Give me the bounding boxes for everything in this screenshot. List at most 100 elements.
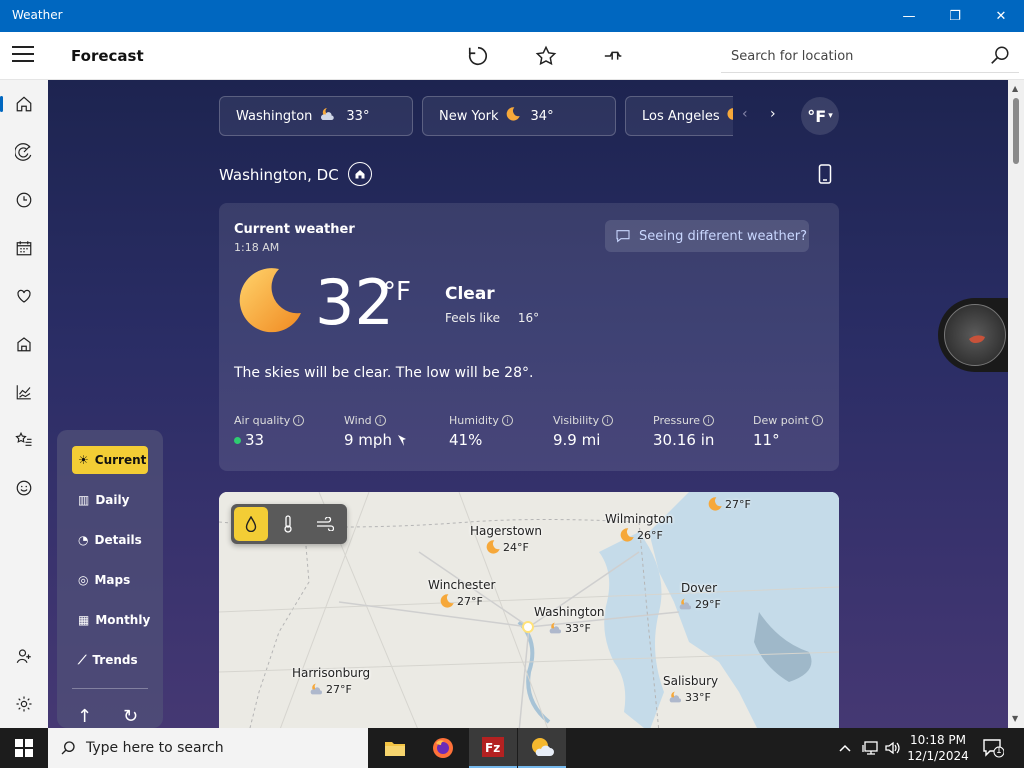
pie-chart-icon: ◔: [78, 533, 89, 547]
refresh-icon[interactable]: ↻: [123, 706, 138, 727]
info-icon[interactable]: i: [602, 415, 614, 426]
location-card-new-york[interactable]: New York 34°: [422, 96, 616, 136]
stat-humidity[interactable]: Humidity i 41%: [449, 414, 513, 449]
partly-cloudy-night-icon: [669, 691, 681, 703]
scroll-thumb[interactable]: [1013, 98, 1019, 164]
floating-radar-widget[interactable]: [938, 298, 1008, 372]
favorite-star-icon[interactable]: [532, 42, 560, 70]
svg-text:Fz: Fz: [485, 741, 500, 755]
trend-chart-icon: ⟋: [78, 652, 87, 667]
section-monthly[interactable]: ▦ Monthly: [72, 606, 150, 634]
map-city-label: Washington: [534, 605, 605, 619]
weather-app-icon[interactable]: [518, 728, 566, 768]
search-input[interactable]: [731, 45, 981, 67]
nav-feedback-smiley-icon[interactable]: [0, 468, 48, 508]
report-weather-button[interactable]: Seeing different weather?: [605, 220, 809, 252]
network-icon[interactable]: [862, 728, 880, 768]
stat-wind[interactable]: Wind i 9 mph: [344, 414, 408, 449]
section-label: Current: [94, 453, 147, 467]
info-icon[interactable]: i: [374, 415, 386, 426]
stat-value: 9.9 mi: [553, 431, 601, 449]
section-details[interactable]: ◔ Details: [72, 526, 148, 554]
location-name: New York: [439, 108, 499, 124]
taskbar-search[interactable]: Type here to search: [48, 728, 368, 768]
location-temp: 33°: [346, 108, 370, 124]
map-temp-label: 27°F: [308, 681, 352, 697]
stat-value: 30.16 in: [653, 431, 715, 449]
nav-calendar-icon[interactable]: [0, 228, 48, 268]
section-current[interactable]: ☀ Current: [72, 446, 148, 474]
partly-cloudy-night-icon: [679, 598, 691, 610]
nav-settings-gear-icon[interactable]: [0, 684, 48, 724]
stat-value: 9 mph: [344, 431, 392, 449]
info-icon[interactable]: i: [501, 415, 513, 426]
water-drop-icon: [245, 516, 257, 532]
filezilla-icon[interactable]: Fz: [469, 728, 517, 768]
scroll-up-arrow-icon[interactable]: ▲: [1012, 84, 1018, 93]
location-card-washington[interactable]: Washington 33°: [219, 96, 413, 136]
nav-home-icon[interactable]: [0, 84, 48, 124]
condition-text: Clear: [445, 284, 495, 304]
weather-map[interactable]: 27°F Hagerstown 24°F Wilmington 26°F Win…: [219, 492, 839, 728]
wind-icon: [317, 517, 334, 531]
chevron-left-icon[interactable]: ‹: [742, 106, 748, 122]
system-clock[interactable]: 10:18 PM 12/1/2024: [900, 732, 976, 764]
phone-icon[interactable]: [818, 164, 832, 188]
dark-mode-icon[interactable]: [668, 42, 696, 70]
refresh-icon[interactable]: [464, 42, 492, 70]
map-temp-label: 27°F: [707, 496, 751, 512]
precipitation-layer-button[interactable]: [234, 507, 268, 541]
daily-list-icon: ▥: [78, 493, 90, 507]
location-name: Washington: [236, 108, 313, 124]
start-button[interactable]: [0, 728, 48, 768]
unit-toggle-button[interactable]: °F ▾: [801, 97, 839, 135]
section-trends[interactable]: ⟋ Trends: [72, 646, 148, 674]
set-home-button[interactable]: [348, 162, 372, 186]
page-title: Forecast: [71, 47, 144, 65]
info-icon[interactable]: i: [811, 415, 823, 426]
minimize-button[interactable]: —: [886, 0, 932, 32]
search-icon[interactable]: [989, 45, 1011, 71]
chevron-up-icon[interactable]: [838, 728, 852, 768]
moon-icon: [505, 106, 521, 126]
notification-center-icon[interactable]: 1: [982, 738, 1005, 762]
stat-air-quality[interactable]: Air quality i 33: [234, 414, 305, 449]
temperature-layer-button[interactable]: [271, 507, 305, 541]
partly-cloudy-night-icon: [549, 622, 561, 634]
file-explorer-icon[interactable]: [371, 728, 419, 768]
wind-layer-button[interactable]: [308, 507, 342, 541]
stat-visibility[interactable]: Visibility i 9.9 mi: [553, 414, 614, 449]
firefox-icon[interactable]: [419, 728, 467, 768]
chevron-right-icon[interactable]: ›: [770, 106, 776, 122]
nav-life-icon[interactable]: [0, 324, 48, 364]
menu-icon[interactable]: [12, 46, 34, 66]
map-temp-label: 27°F: [439, 593, 483, 609]
nav-health-icon[interactable]: [0, 276, 48, 316]
maximize-button[interactable]: ❐: [932, 0, 978, 32]
scroll-top-arrow-icon[interactable]: ↑: [77, 706, 92, 727]
nav-history-icon[interactable]: [0, 180, 48, 220]
nav-radar-icon[interactable]: [0, 132, 48, 172]
nav-account-icon[interactable]: [0, 636, 48, 676]
section-nav: ☀ Current ▥ Daily ◔ Details ◎ Maps ▦ Mon…: [57, 430, 163, 728]
location-card-los-angeles[interactable]: Los Angeles: [625, 96, 733, 136]
pin-icon[interactable]: [600, 42, 628, 70]
info-icon[interactable]: i: [293, 415, 305, 426]
section-daily[interactable]: ▥ Daily: [72, 486, 148, 514]
section-maps[interactable]: ◎ Maps: [72, 566, 148, 594]
scroll-down-arrow-icon[interactable]: ▼: [1012, 714, 1018, 723]
map-city-label: Wilmington: [605, 512, 674, 526]
map-city-label: Hagerstown: [470, 524, 543, 538]
map-city-label: Winchester: [428, 578, 496, 592]
sun-icon: ☀: [78, 453, 89, 467]
nav-favorites-icon[interactable]: [0, 420, 48, 460]
info-icon[interactable]: i: [702, 415, 714, 426]
vertical-scrollbar[interactable]: ▲ ▼: [1008, 80, 1024, 728]
stat-value: 11°: [753, 431, 780, 449]
map-city-label: Dover: [681, 581, 717, 595]
stat-label: Pressure: [653, 414, 700, 427]
nav-trends-icon[interactable]: [0, 372, 48, 412]
close-button[interactable]: ✕: [978, 0, 1024, 32]
stat-dew-point[interactable]: Dew point i 11°: [753, 414, 823, 449]
stat-pressure[interactable]: Pressure i 30.16 in: [653, 414, 714, 449]
